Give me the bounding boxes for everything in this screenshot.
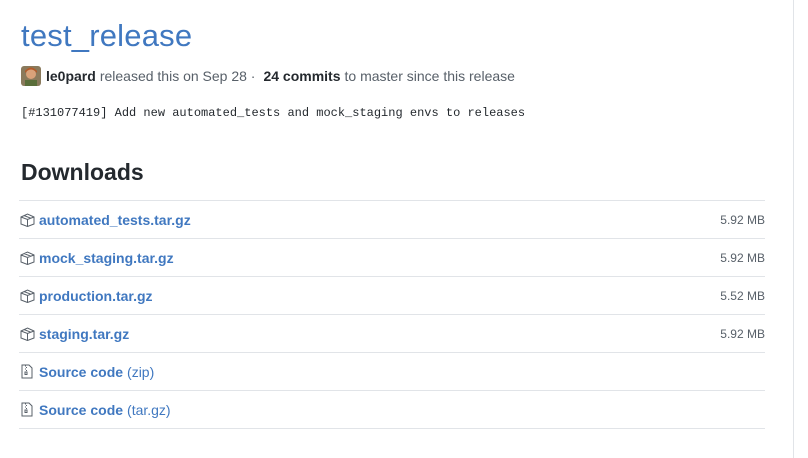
asset-size: 5.92 MB <box>720 326 765 341</box>
package-icon <box>19 212 35 228</box>
source-format: (tar.gz) <box>127 401 171 418</box>
asset-row: automated_tests.tar.gz 5.92 MB <box>19 201 765 239</box>
asset-row: staging.tar.gz 5.92 MB <box>19 315 765 353</box>
asset-row: production.tar.gz 5.52 MB <box>19 277 765 315</box>
source-row: Source code (tar.gz) <box>19 391 765 429</box>
avatar[interactable] <box>21 66 41 86</box>
release-title[interactable]: test_release <box>21 16 192 56</box>
asset-size: 5.92 MB <box>720 250 765 265</box>
file-zip-icon <box>19 402 35 418</box>
asset-link-staging[interactable]: staging.tar.gz <box>39 326 129 342</box>
commits-suffix: to master since this release <box>344 68 515 84</box>
package-icon <box>19 250 35 266</box>
release-meta: le0pard released this on Sep 28 · 24 com… <box>21 66 515 86</box>
asset-row: mock_staging.tar.gz 5.92 MB <box>19 239 765 277</box>
downloads-heading: Downloads <box>21 159 144 185</box>
asset-link-mock-staging[interactable]: mock_staging.tar.gz <box>39 250 174 266</box>
asset-size: 5.52 MB <box>720 288 765 303</box>
package-icon <box>19 326 35 342</box>
downloads-list: automated_tests.tar.gz 5.92 MB mock_stag… <box>19 200 765 429</box>
source-code-targz-link[interactable]: Source code <box>39 402 123 418</box>
commits-link[interactable]: 24 commits <box>263 68 340 84</box>
asset-link-automated-tests[interactable]: automated_tests.tar.gz <box>39 212 191 228</box>
asset-link-production[interactable]: production.tar.gz <box>39 288 153 304</box>
release-notes: [#131077419] Add new automated_tests and… <box>21 106 526 120</box>
right-border-divider <box>793 0 794 458</box>
released-text: released this on Sep 28 · <box>99 68 256 84</box>
package-icon <box>19 288 35 304</box>
author-link[interactable]: le0pard <box>46 68 96 84</box>
source-row: Source code (zip) <box>19 353 765 391</box>
file-zip-icon <box>19 364 35 380</box>
source-format: (zip) <box>127 363 155 380</box>
source-code-zip-link[interactable]: Source code <box>39 364 123 380</box>
asset-size: 5.92 MB <box>720 212 765 227</box>
